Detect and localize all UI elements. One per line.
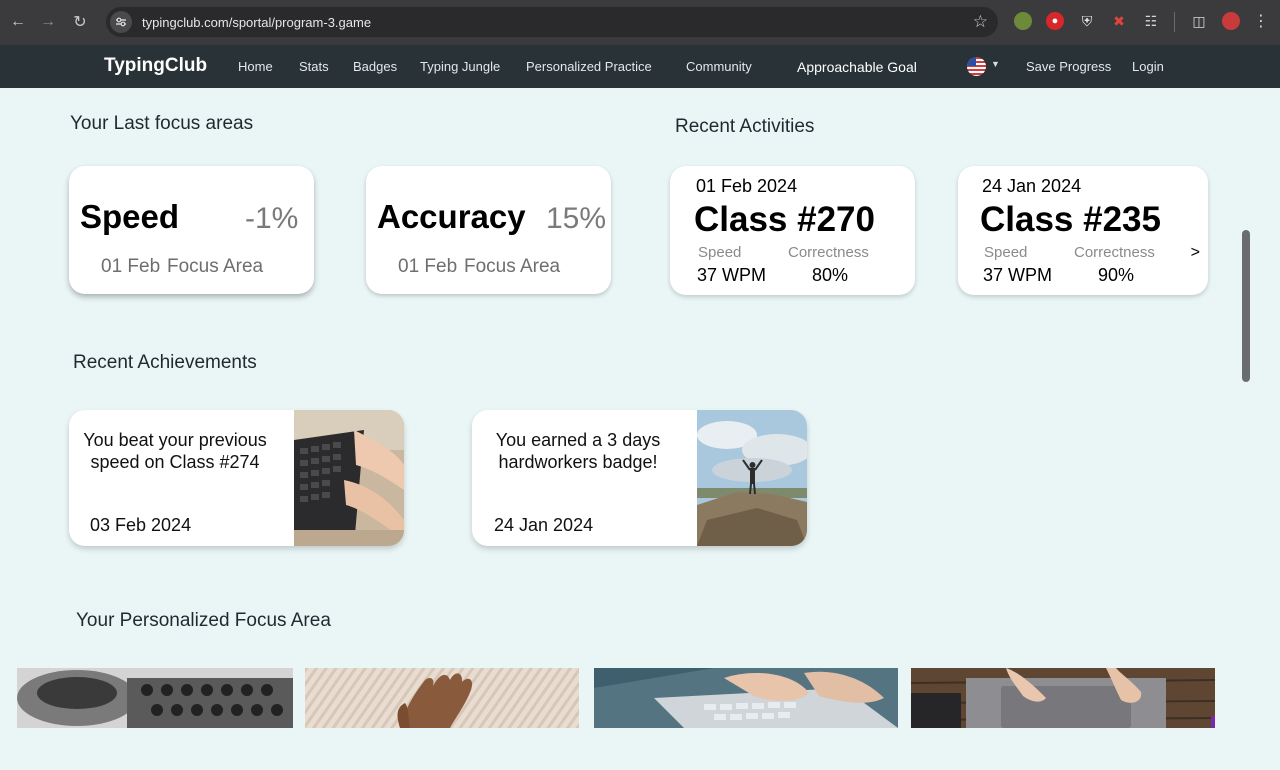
activity-date: 01 Feb 2024 (696, 176, 798, 196)
nav-community[interactable]: Community (686, 59, 752, 74)
focus-areas-title: Your Last focus areas (70, 113, 254, 134)
keyboard-typing-image[interactable] (594, 668, 898, 728)
back-icon[interactable]: ← (2, 6, 34, 38)
correctness-value: 80% (812, 265, 849, 285)
focus-value: -1% (245, 202, 299, 235)
focus-name: Speed (80, 198, 180, 235)
speed-label: Speed (698, 244, 742, 261)
focus-date: 01 Feb (101, 256, 161, 277)
toolbar-divider (1174, 12, 1175, 32)
forward-icon[interactable]: → (32, 6, 64, 38)
shield-icon[interactable]: ⛨ (1078, 12, 1096, 30)
focus-name: Accuracy (377, 198, 526, 235)
extension-x-icon[interactable]: ✖ (1110, 12, 1128, 30)
focus-card-speed[interactable]: Speed -1% 01 Feb Focus Area (69, 166, 314, 294)
personalized-focus-title: Your Personalized Focus Area (76, 610, 331, 631)
correctness-label: Correctness (788, 244, 869, 261)
activity-date: 24 Jan 2024 (982, 176, 1082, 196)
url-text[interactable]: typingclub.com/sportal/program-3.game (142, 15, 371, 30)
touchpad-image[interactable] (911, 668, 1215, 728)
logo[interactable]: TypingClub (104, 55, 207, 77)
nav-badges[interactable]: Badges (353, 59, 397, 74)
activity-class: Class #235 (980, 200, 1161, 239)
page-scrollbar[interactable] (1242, 230, 1250, 382)
achievement-card[interactable]: You earned a 3 days hardworkers badge! 2… (472, 410, 807, 546)
typewriter-image[interactable] (17, 668, 293, 728)
achievement-card[interactable]: You beat your previous speed on Class #2… (69, 410, 404, 546)
achievement-text: You earned a 3 days hardworkers badge! (495, 430, 661, 472)
achievement-date: 24 Jan 2024 (494, 515, 594, 535)
adblock-extension-icon[interactable]: ● (1046, 12, 1064, 30)
laptop-typing-image (294, 410, 404, 546)
app-navbar: TypingClub Home Stats Badges Typing Jung… (0, 45, 1280, 88)
focus-card-accuracy[interactable]: Accuracy 15% 01 Feb Focus Area (366, 166, 611, 294)
focus-label: Focus Area (167, 256, 264, 277)
hand-image[interactable] (305, 668, 579, 728)
nav-home[interactable]: Home (238, 59, 273, 74)
speed-value: 37 WPM (983, 265, 1053, 285)
activity-card[interactable]: 24 Jan 2024 Class #235 Speed Correctness… (958, 166, 1208, 295)
save-progress-link[interactable]: Save Progress (1026, 59, 1111, 74)
correctness-value: 90% (1098, 265, 1135, 285)
reload-icon[interactable]: ↻ (64, 6, 96, 38)
sidepanel-icon[interactable]: ◫ (1190, 12, 1208, 30)
profile-avatar[interactable] (1222, 12, 1240, 30)
mountain-summit-image (697, 410, 807, 546)
speed-label: Speed (984, 244, 1028, 261)
achievement-text: You beat your previous speed on Class #2… (83, 430, 267, 472)
login-link[interactable]: Login (1132, 59, 1164, 74)
nav-approachable-goal[interactable]: Approachable Goal (797, 59, 917, 75)
nav-stats[interactable]: Stats (299, 59, 329, 74)
achievement-date: 03 Feb 2024 (90, 515, 192, 535)
next-arrow-button[interactable]: > (1191, 244, 1200, 262)
focus-date: 01 Feb (398, 256, 458, 277)
extension-icon[interactable] (1014, 12, 1032, 30)
nav-personalized-practice[interactable]: Personalized Practice (526, 59, 652, 74)
activity-class: Class #270 (694, 200, 875, 239)
recent-activities-title: Recent Activities (675, 116, 815, 137)
chevron-down-icon[interactable]: ▼ (991, 59, 1000, 69)
focus-label: Focus Area (464, 256, 561, 277)
activity-card[interactable]: 01 Feb 2024 Class #270 Speed Correctness… (670, 166, 915, 295)
menu-kebab-icon[interactable]: ⋮ (1252, 12, 1270, 30)
site-settings-icon[interactable] (110, 11, 132, 33)
browser-toolbar: ← → ↻ typingclub.com/sportal/program-3.g… (0, 0, 1280, 45)
recent-achievements-title: Recent Achievements (73, 352, 257, 373)
address-bar[interactable]: typingclub.com/sportal/program-3.game ☆ (106, 7, 998, 37)
bookmark-star-icon[interactable]: ☆ (973, 12, 988, 32)
flag-icon[interactable] (967, 57, 986, 76)
speed-value: 37 WPM (697, 265, 767, 285)
puzzle-icon[interactable]: ☷ (1142, 12, 1160, 30)
focus-value: 15% (546, 202, 607, 235)
correctness-label: Correctness (1074, 244, 1155, 261)
nav-typing-jungle[interactable]: Typing Jungle (420, 59, 500, 74)
